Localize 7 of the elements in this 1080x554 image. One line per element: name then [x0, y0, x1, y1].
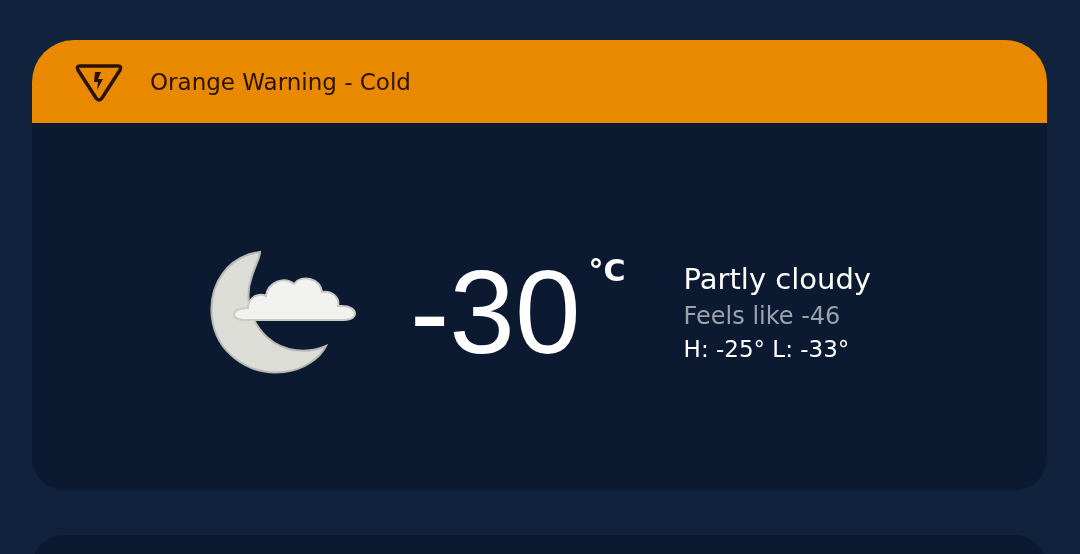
feels-like-text: Feels like -46	[683, 301, 842, 330]
warning-icon	[74, 61, 124, 102]
warning-text: Orange Warning - Cold	[150, 68, 411, 95]
temperature: -30	[410, 252, 581, 371]
condition-text: Partly cloudy	[683, 261, 871, 296]
high-low-text: H: -25° L: -33°	[683, 335, 851, 362]
temperature-unit: °C	[588, 252, 626, 288]
